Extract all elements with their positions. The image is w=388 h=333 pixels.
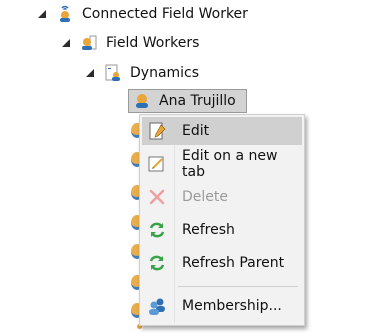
tree-node-connected-field-worker[interactable]: Connected Field Worker bbox=[38, 2, 248, 26]
menu-item-label: Edit on a new tab bbox=[182, 148, 278, 180]
menu-item-refresh[interactable]: Refresh bbox=[142, 216, 302, 244]
collapse-arrow-icon[interactable] bbox=[62, 39, 70, 47]
menu-item-label: Edit bbox=[182, 123, 210, 139]
document-pencil-icon bbox=[147, 121, 167, 141]
menu-item-label: Refresh Parent bbox=[182, 255, 285, 271]
edit-new-tab-icon bbox=[147, 154, 167, 174]
users-icon bbox=[147, 296, 167, 316]
tree-node-label: Dynamics bbox=[130, 65, 200, 81]
menu-separator bbox=[178, 286, 298, 287]
document-user-icon bbox=[104, 64, 122, 82]
menu-item-refresh-parent[interactable]: Refresh Parent bbox=[142, 249, 302, 277]
collapse-arrow-icon[interactable] bbox=[86, 69, 94, 77]
menu-item-edit[interactable]: Edit bbox=[142, 117, 302, 145]
menu-item-delete[interactable]: Delete bbox=[142, 183, 302, 211]
tree-node-dynamics[interactable]: Dynamics bbox=[86, 61, 199, 85]
tree-node-label: Connected Field Worker bbox=[82, 6, 248, 22]
menu-item-label: Refresh bbox=[182, 222, 235, 238]
green-refresh-icon bbox=[147, 253, 167, 273]
green-refresh-icon bbox=[147, 220, 167, 240]
menu-item-membership[interactable]: Membership... bbox=[142, 292, 302, 320]
user-group-icon bbox=[80, 34, 98, 52]
tree-node-label: Field Workers bbox=[106, 35, 200, 51]
tree-node-label: Ana Trujillo bbox=[159, 93, 236, 109]
tree-node-ana-trujillo[interactable]: Ana Trujillo bbox=[128, 89, 247, 113]
menu-item-edit-new-tab[interactable]: Edit on a new tab bbox=[142, 148, 302, 180]
wifi-user-icon bbox=[56, 5, 74, 23]
collapse-arrow-icon[interactable] bbox=[38, 10, 46, 18]
tree-node-field-workers[interactable]: Field Workers bbox=[62, 31, 199, 55]
context-menu: Edit Edit on a new tab Delete Refresh Re… bbox=[139, 114, 305, 326]
menu-item-label: Membership... bbox=[182, 298, 282, 314]
red-x-icon bbox=[147, 187, 167, 207]
user-icon bbox=[133, 92, 151, 110]
menu-item-label: Delete bbox=[182, 189, 228, 205]
